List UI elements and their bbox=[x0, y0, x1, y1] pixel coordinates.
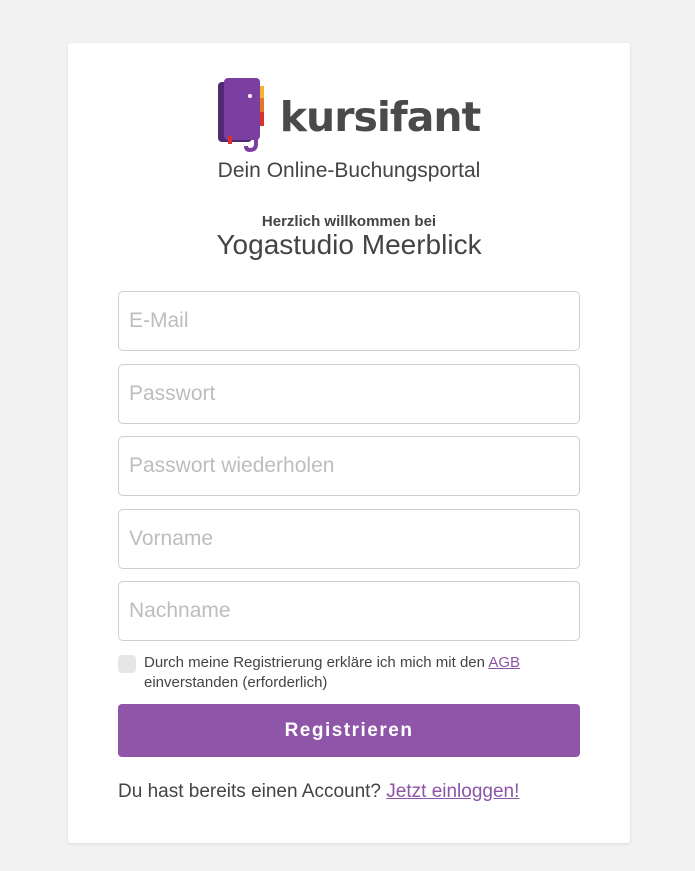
terms-consent-text: Durch meine Registrierung erkläre ich mi… bbox=[144, 653, 580, 693]
registration-card: kursifant Dein Online-Buchungsportal Her… bbox=[68, 43, 630, 843]
terms-link[interactable]: AGB bbox=[488, 654, 520, 671]
password-repeat-field[interactable] bbox=[118, 436, 580, 496]
login-prompt-text: Du hast bereits einen Account? bbox=[118, 781, 387, 802]
welcome-text: Herzlich willkommen bei bbox=[261, 213, 437, 230]
portal-tagline: Dein Online-Buchungsportal bbox=[217, 159, 481, 182]
lastname-field[interactable] bbox=[118, 581, 580, 641]
email-field[interactable] bbox=[118, 291, 580, 351]
terms-text-after: einverstanden (erforderlich) bbox=[144, 674, 328, 691]
terms-consent: Durch meine Registrierung erkläre ich mi… bbox=[118, 653, 580, 693]
brand-logo: kursifant bbox=[68, 78, 630, 154]
register-button[interactable]: Registrieren bbox=[118, 704, 580, 757]
brand-name: kursifant bbox=[279, 93, 481, 141]
login-prompt: Du hast bereits einen Account? Jetzt ein… bbox=[118, 781, 519, 803]
firstname-field[interactable] bbox=[118, 509, 580, 569]
password-field[interactable] bbox=[118, 364, 580, 424]
terms-text-before: Durch meine Registrierung erkläre ich mi… bbox=[144, 654, 489, 671]
terms-checkbox[interactable] bbox=[118, 655, 136, 673]
elephant-book-icon bbox=[217, 78, 264, 152]
studio-name: Yogastudio Meerblick bbox=[216, 229, 482, 260]
login-link[interactable]: Jetzt einloggen! bbox=[386, 781, 519, 802]
